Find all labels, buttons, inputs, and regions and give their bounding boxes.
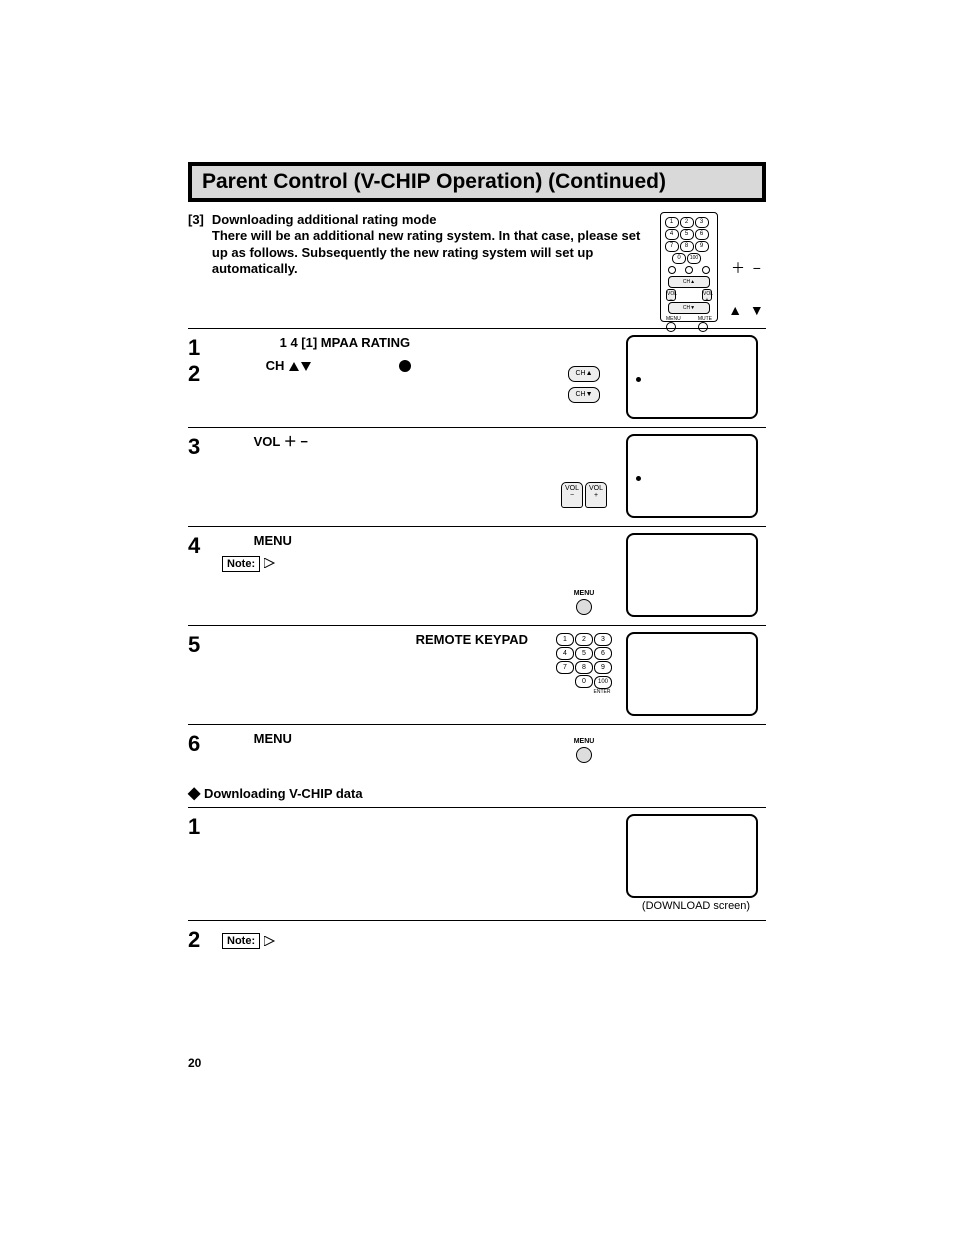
remote-key-0: 0 (672, 253, 686, 264)
steps-section-b: 1 (DOWNLOAD screen) 2 Note: (188, 807, 766, 961)
remote-key-5: 5 (680, 229, 694, 240)
menu-button-icon-2: MENU (574, 738, 595, 763)
dot-icon (399, 360, 411, 372)
screen-box-1 (626, 335, 758, 419)
steps-section-a: 1 2 1 4 [1] MPAA RATING CH CH▲ (188, 328, 766, 771)
keypad-5: 5 (575, 647, 593, 660)
step-1-2: 1 2 1 4 [1] MPAA RATING CH CH▲ (188, 329, 766, 428)
keypad-2: 2 (575, 633, 593, 646)
step-5: 5 REMOTE KEYPAD 123 456 789 0100 ENTER (188, 626, 766, 725)
remote-key-100: 100 (687, 253, 701, 264)
note-flag-icon (264, 558, 280, 568)
keypad-7: 7 (556, 661, 574, 674)
keypad-9: 9 (594, 661, 612, 674)
step-6: 6 MENU MENU (188, 725, 766, 771)
remote-key-2: 2 (680, 217, 694, 228)
vol-plus-button: VOL+ (585, 482, 607, 508)
remote-ch-dn: CH▼ (668, 302, 710, 314)
page-number: 20 (188, 1056, 201, 1070)
step-6-menu-label: MENU (254, 731, 292, 746)
remote-mute-btn (698, 322, 708, 332)
bullet-heading: ◆ Downloading V-CHIP data (188, 783, 766, 803)
step-1-text: 1 4 [1] MPAA RATING (280, 335, 411, 350)
note-box-1: Note: (222, 556, 260, 572)
step-3-vol-label: VOL ＋ − (254, 434, 308, 449)
remote-key-6: 6 (695, 229, 709, 240)
page: Parent Control (V-CHIP Operation) (Conti… (0, 0, 954, 1235)
step-1-num: 1 (188, 335, 210, 361)
screen-caption-download: (DOWNLOAD screen) (626, 900, 766, 912)
remote-menu-btn (666, 322, 676, 332)
remote-mute-label: MUTE (698, 316, 712, 322)
step-2-ch-label: CH (266, 358, 285, 373)
step-3-num: 3 (188, 434, 210, 460)
remote-illustration: 123 456 789 0100 CH▲ VOL– VOL+ CH▼ MENU … (660, 212, 718, 322)
keypad-100: 100 (594, 676, 612, 689)
intro-heading: Downloading additional rating mode (212, 212, 437, 227)
down-triangle-icon (301, 362, 311, 371)
remote-vol-plus: VOL+ (702, 289, 712, 301)
note-flag-icon-2 (264, 936, 280, 946)
remote-ch-up: CH▲ (668, 276, 710, 288)
intro-block: [3] Downloading additional rating mode T… (188, 212, 766, 322)
screen-box-2 (626, 434, 758, 518)
step-b2-num: 2 (188, 927, 210, 953)
title-bar: Parent Control (V-CHIP Operation) (Conti… (188, 162, 766, 202)
keypad-3: 3 (594, 633, 612, 646)
remote-key-8: 8 (680, 241, 694, 252)
minus-symbol: − (753, 260, 761, 276)
side-symbols: ＋ − ▲ ▼ (726, 212, 766, 318)
step-5-keypad-label: REMOTE KEYPAD (416, 632, 528, 647)
remote-menu-label: MENU (666, 316, 681, 322)
keypad-4: 4 (556, 647, 574, 660)
keypad-8: 8 (575, 661, 593, 674)
intro-text: Downloading additional rating mode There… (212, 212, 646, 277)
step-4-menu-label: MENU (254, 533, 292, 548)
step-b2: 2 Note: (188, 921, 766, 961)
screen-box-download (626, 814, 758, 898)
step-4-num: 4 (188, 533, 210, 559)
step-3: 3 VOL ＋ − VOL−VOL+ (188, 428, 766, 527)
step-6-num: 6 (188, 731, 210, 757)
up-arrow-icon: ▲ (728, 302, 742, 318)
remote-key-3: 3 (695, 217, 709, 228)
remote-key-1: 1 (665, 217, 679, 228)
step-2-num: 2 (188, 361, 210, 387)
remote-key-9: 9 (695, 241, 709, 252)
ch-down-button: CH▼ (568, 387, 600, 403)
vol-minus-button: VOL− (561, 482, 583, 508)
down-arrow-icon: ▼ (750, 302, 764, 318)
keypad-enter-label: ENTER (556, 689, 613, 695)
step-b1: 1 (DOWNLOAD screen) (188, 808, 766, 921)
up-triangle-icon (289, 362, 299, 371)
keypad-6: 6 (594, 647, 612, 660)
ch-up-button: CH▲ (568, 366, 600, 382)
remote-vol-minus: VOL– (666, 289, 676, 301)
step-5-num: 5 (188, 632, 210, 658)
screen-box-4 (626, 632, 758, 716)
keypad-0: 0 (575, 675, 593, 688)
plus-symbol: ＋ (731, 260, 745, 276)
keypad-1: 1 (556, 633, 574, 646)
menu-button-icon-1: MENU (574, 590, 595, 615)
intro-bracket: [3] (188, 212, 204, 227)
screen-box-3 (626, 533, 758, 617)
remote-key-7: 7 (665, 241, 679, 252)
step-b1-num: 1 (188, 814, 210, 840)
step-4: 4 MENU Note: MENU (188, 527, 766, 626)
page-title: Parent Control (V-CHIP Operation) (Conti… (202, 170, 752, 194)
intro-body: There will be an additional new rating s… (212, 228, 640, 276)
remote-key-4: 4 (665, 229, 679, 240)
keypad-icon: 123 456 789 0100 ENTER (554, 632, 614, 696)
note-box-2: Note: (222, 933, 260, 949)
